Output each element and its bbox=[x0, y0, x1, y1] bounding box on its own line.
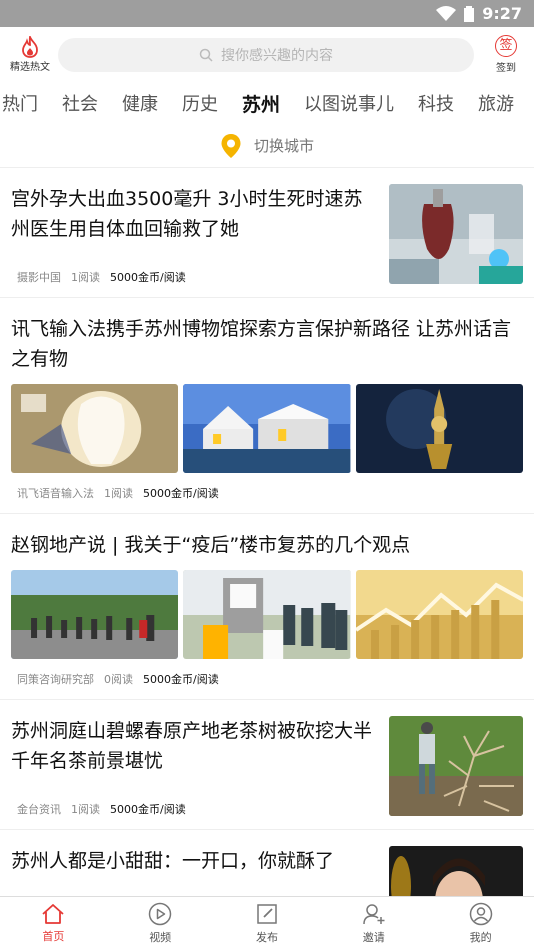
flame-icon bbox=[22, 36, 38, 58]
article-thumbnail bbox=[389, 716, 523, 816]
nav-video-label: 视频 bbox=[149, 930, 172, 944]
publish-icon bbox=[257, 903, 277, 924]
search-input[interactable]: 搜你感兴趣的内容 bbox=[58, 37, 474, 72]
switch-city-button[interactable]: 切换城市 bbox=[0, 124, 534, 168]
article-reads: 1阅读 bbox=[71, 803, 100, 816]
article-title: 讯飞输入法携手苏州博物馆探索方言保护新路径 让苏州话言之有物 bbox=[11, 318, 512, 370]
tab-hot[interactable]: 热门 bbox=[2, 90, 38, 116]
status-time: 9:27 bbox=[482, 4, 522, 23]
article-reads: 0阅读 bbox=[104, 673, 133, 686]
nav-profile[interactable]: 我的 bbox=[427, 897, 534, 949]
hot-articles-button[interactable]: 精选热文 bbox=[8, 36, 52, 73]
article-coins: 5000金币/阅读 bbox=[143, 673, 219, 686]
category-tabs: 热门 社会 健康 历史 苏州 以图说事儿 科技 旅游 bbox=[0, 82, 534, 124]
nav-video[interactable]: 视频 bbox=[107, 897, 214, 949]
article-title: 宫外孕大出血3500毫升 3小时生死时速苏州医生用自体血回输救了她 bbox=[11, 188, 363, 240]
article-item[interactable]: 讯飞输入法携手苏州博物馆探索方言保护新路径 让苏州话言之有物 讯飞语音输入法 1… bbox=[0, 298, 534, 514]
article-meta: 同策咨询研究部 0阅读 5000金币/阅读 bbox=[11, 671, 523, 687]
video-icon bbox=[148, 902, 172, 925]
article-title: 苏州人都是小甜甜：一开口，你就酥了 bbox=[11, 850, 335, 872]
article-item[interactable]: 宫外孕大出血3500毫升 3小时生死时速苏州医生用自体血回输救了她 摄影中国 1… bbox=[0, 168, 534, 298]
search-placeholder: 搜你感兴趣的内容 bbox=[221, 47, 333, 64]
article-source: 摄影中国 bbox=[17, 271, 61, 284]
wifi-icon bbox=[436, 5, 457, 21]
article-thumbnail bbox=[389, 184, 523, 284]
nav-publish-label: 发布 bbox=[255, 930, 278, 944]
invite-icon bbox=[363, 903, 385, 924]
nav-home-label: 首页 bbox=[42, 929, 65, 943]
bottom-nav: 首页 视频 发布 邀请 我的 bbox=[0, 896, 534, 949]
article-meta: 摄影中国 1阅读 5000金币/阅读 bbox=[11, 269, 377, 285]
news-feed: 宫外孕大出血3500毫升 3小时生死时速苏州医生用自体血回输救了她 摄影中国 1… bbox=[0, 168, 534, 896]
article-title: 赵钢地产说 | 我关于“疫后”楼市复苏的几个观点 bbox=[11, 534, 411, 556]
profile-icon bbox=[469, 902, 492, 925]
article-source: 同策咨询研究部 bbox=[17, 673, 94, 686]
article-image bbox=[355, 570, 523, 659]
sign-in-button[interactable]: 签 签到 bbox=[486, 35, 526, 74]
battery-icon bbox=[464, 5, 475, 22]
article-image bbox=[355, 384, 523, 473]
article-reads: 1阅读 bbox=[104, 487, 133, 500]
article-source: 讯飞语音输入法 bbox=[17, 487, 94, 500]
article-reads: 1阅读 bbox=[71, 271, 100, 284]
nav-publish[interactable]: 发布 bbox=[214, 897, 321, 949]
article-image bbox=[183, 384, 351, 473]
nav-profile-label: 我的 bbox=[469, 930, 492, 944]
sign-icon: 签 bbox=[495, 35, 517, 57]
home-icon bbox=[42, 903, 64, 924]
article-coins: 5000金币/阅读 bbox=[110, 803, 186, 816]
hot-label: 精选热文 bbox=[10, 62, 50, 73]
tab-health[interactable]: 健康 bbox=[122, 90, 158, 116]
tab-travel[interactable]: 旅游 bbox=[478, 90, 514, 116]
status-bar: 9:27 bbox=[0, 0, 534, 27]
article-meta: 讯飞语音输入法 1阅读 5000金币/阅读 bbox=[11, 485, 523, 501]
article-title: 苏州洞庭山碧螺春原产地老茶树被砍挖大半 千年名茶前景堪忧 bbox=[11, 720, 373, 772]
nav-home[interactable]: 首页 bbox=[0, 897, 107, 949]
article-image bbox=[11, 570, 179, 659]
search-icon bbox=[199, 48, 213, 62]
switch-city-label: 切换城市 bbox=[253, 137, 314, 155]
sign-label: 签到 bbox=[496, 63, 516, 74]
location-pin-icon bbox=[221, 133, 241, 158]
tab-picture-story[interactable]: 以图说事儿 bbox=[304, 90, 394, 116]
tab-suzhou[interactable]: 苏州 bbox=[242, 90, 280, 117]
nav-invite-label: 邀请 bbox=[362, 930, 385, 944]
article-coins: 5000金币/阅读 bbox=[110, 271, 186, 284]
article-coins: 5000金币/阅读 bbox=[143, 487, 219, 500]
nav-invite[interactable]: 邀请 bbox=[320, 897, 427, 949]
article-meta: 金台资讯 1阅读 5000金币/阅读 bbox=[11, 801, 377, 817]
article-source: 金台资讯 bbox=[17, 803, 61, 816]
article-thumbnail bbox=[389, 846, 523, 896]
article-item[interactable]: 苏州人都是小甜甜：一开口，你就酥了 bbox=[0, 830, 534, 896]
article-item[interactable]: 赵钢地产说 | 我关于“疫后”楼市复苏的几个观点 同策咨询研究部 0阅读 500… bbox=[0, 514, 534, 700]
article-item[interactable]: 苏州洞庭山碧螺春原产地老茶树被砍挖大半 千年名茶前景堪忧 金台资讯 1阅读 50… bbox=[0, 700, 534, 830]
top-bar: 精选热文 搜你感兴趣的内容 签 签到 bbox=[0, 27, 534, 82]
article-image bbox=[183, 570, 351, 659]
tab-history[interactable]: 历史 bbox=[182, 90, 218, 116]
tab-society[interactable]: 社会 bbox=[62, 90, 98, 116]
tab-tech[interactable]: 科技 bbox=[418, 90, 454, 116]
article-image bbox=[11, 384, 179, 473]
